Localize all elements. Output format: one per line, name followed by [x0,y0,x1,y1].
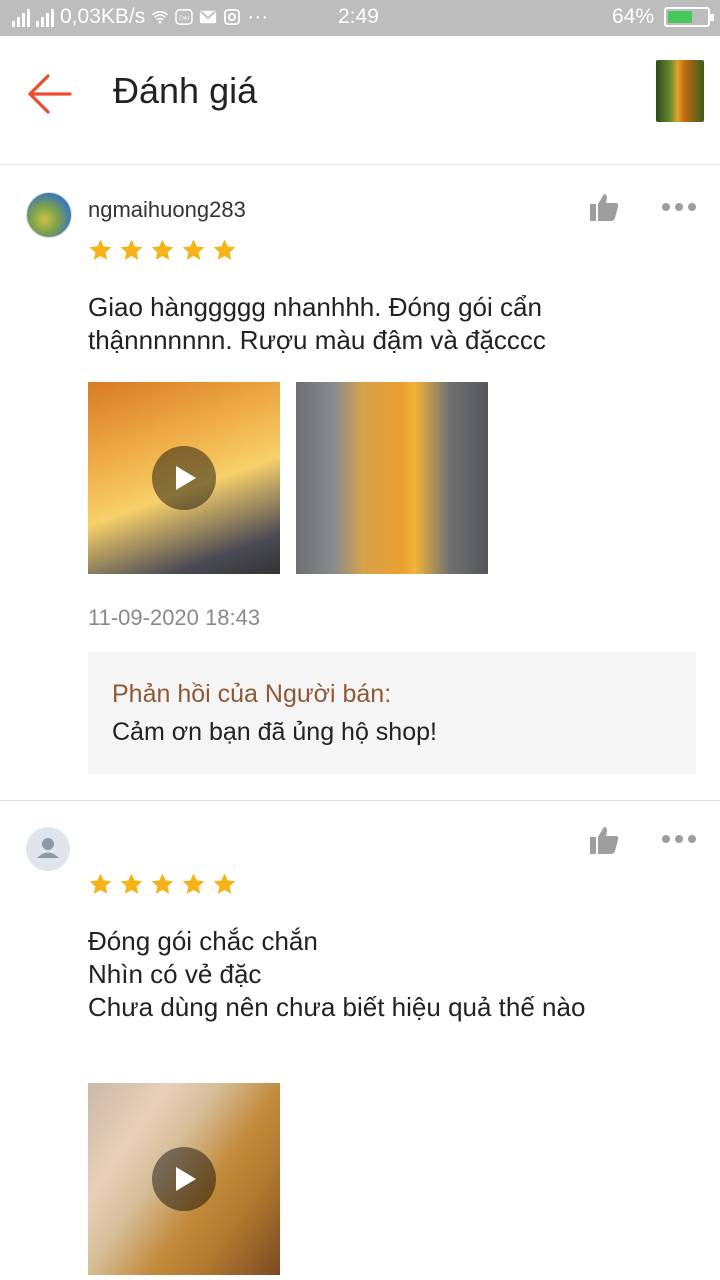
star-icon [89,239,112,260]
page-title: Đánh giá [113,70,258,111]
wifi-icon [152,11,169,24]
more-options-icon[interactable] [662,203,696,213]
svg-text:Zalo: Zalo [179,16,189,22]
review-item: Đóng gói chắc chắn Nhìn có vẻ đặc Chưa d… [0,801,720,1280]
default-user-icon [37,838,59,858]
thumbs-up-icon[interactable] [588,192,620,222]
status-left: 0,03KB/s Zalo ··· [12,5,268,29]
battery-icon [664,7,714,27]
network-speed: 0,03KB/s [60,5,146,28]
gmail-icon [200,10,217,24]
avatar[interactable] [26,192,72,238]
signal-icon [12,7,30,27]
review-comment: Đóng gói chắc chắn Nhìn có vẻ đặc Chưa d… [88,926,586,1022]
review-photo-thumbnail[interactable] [296,382,488,574]
star-icon [151,239,174,260]
star-rating [88,238,237,263]
star-icon [120,239,143,260]
star-icon [182,873,205,894]
thumbs-up-icon[interactable] [588,825,620,855]
star-icon [151,873,174,894]
status-right: 64% [611,5,714,29]
review-video-thumbnail[interactable] [88,1083,280,1275]
play-button[interactable] [152,446,216,510]
star-rating [88,872,237,897]
zalo-icon: Zalo [175,9,193,25]
star-icon [213,239,236,260]
star-icon [89,873,112,894]
more-notifications-icon: ··· [247,5,269,28]
star-icon [213,873,236,894]
review-video-thumbnail[interactable] [88,382,280,574]
arrow-left-icon[interactable] [26,74,72,114]
instagram-icon [224,9,241,25]
play-icon [176,466,196,490]
seller-reply: Phản hồi của Người bán: Cảm ơn bạn đã ủn… [88,652,696,774]
review-comment: Giao hànggggg nhanhhh. Đóng gói cẩn thận… [88,292,546,355]
star-icon [182,239,205,260]
battery-percent: 64% [611,5,654,28]
signal-icon-2 [36,7,54,27]
app-header: Đánh giá [0,36,720,165]
star-icon [120,873,143,894]
review-item: ngmaihuong283 Giao hànggggg nhanhhh. Đón… [0,165,720,800]
status-bar: 0,03KB/s Zalo ··· 2:49 64% [0,0,720,36]
clock: 2:49 [338,5,379,28]
review-date: 11-09-2020 18:43 [88,605,261,630]
more-options-icon[interactable] [662,835,696,845]
reviewer-username: ngmaihuong283 [88,197,246,222]
play-icon [176,1167,196,1191]
seller-reply-text: Cảm ơn bạn đã ủng hộ shop! [112,718,437,746]
product-thumbnail[interactable] [656,60,704,122]
avatar[interactable] [26,827,70,871]
play-button[interactable] [152,1147,216,1211]
seller-reply-title: Phản hồi của Người bán: [112,680,392,708]
